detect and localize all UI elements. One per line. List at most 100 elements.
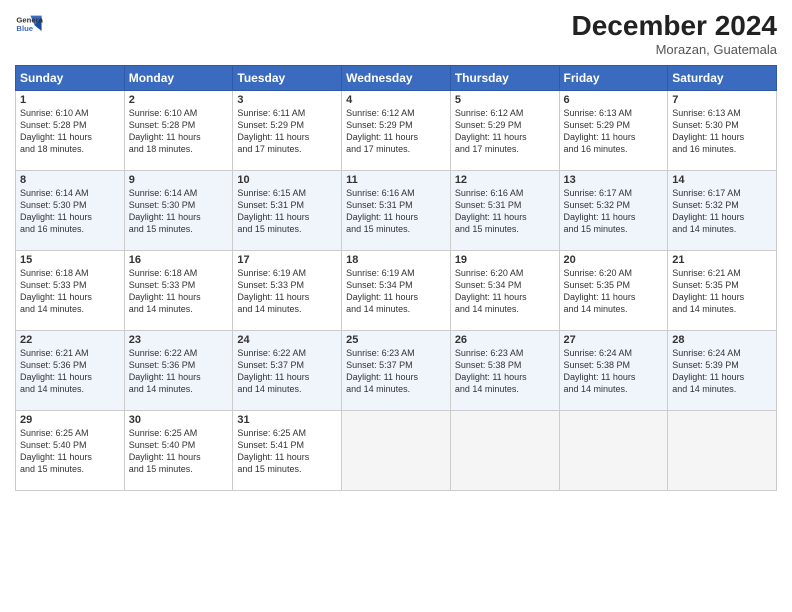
calendar-week-1: 1Sunrise: 6:10 AM Sunset: 5:28 PM Daylig… bbox=[16, 91, 777, 171]
day-info: Sunrise: 6:24 AM Sunset: 5:38 PM Dayligh… bbox=[564, 347, 664, 396]
day-info: Sunrise: 6:13 AM Sunset: 5:29 PM Dayligh… bbox=[564, 107, 664, 156]
day-number: 6 bbox=[564, 94, 664, 106]
day-number: 1 bbox=[20, 94, 120, 106]
calendar-day: 18Sunrise: 6:19 AM Sunset: 5:34 PM Dayli… bbox=[342, 251, 451, 331]
calendar-day: 27Sunrise: 6:24 AM Sunset: 5:38 PM Dayli… bbox=[559, 331, 668, 411]
day-info: Sunrise: 6:22 AM Sunset: 5:37 PM Dayligh… bbox=[237, 347, 337, 396]
day-info: Sunrise: 6:17 AM Sunset: 5:32 PM Dayligh… bbox=[672, 187, 772, 236]
day-info: Sunrise: 6:18 AM Sunset: 5:33 PM Dayligh… bbox=[129, 267, 229, 316]
calendar-day bbox=[450, 411, 559, 491]
day-info: Sunrise: 6:20 AM Sunset: 5:35 PM Dayligh… bbox=[564, 267, 664, 316]
day-info: Sunrise: 6:22 AM Sunset: 5:36 PM Dayligh… bbox=[129, 347, 229, 396]
day-info: Sunrise: 6:16 AM Sunset: 5:31 PM Dayligh… bbox=[455, 187, 555, 236]
location: Morazan, Guatemala bbox=[572, 42, 777, 57]
day-number: 23 bbox=[129, 334, 229, 346]
header: General Blue December 2024 Morazan, Guat… bbox=[15, 10, 777, 57]
day-info: Sunrise: 6:13 AM Sunset: 5:30 PM Dayligh… bbox=[672, 107, 772, 156]
day-info: Sunrise: 6:14 AM Sunset: 5:30 PM Dayligh… bbox=[20, 187, 120, 236]
calendar-day bbox=[342, 411, 451, 491]
calendar-header-row: SundayMondayTuesdayWednesdayThursdayFrid… bbox=[16, 66, 777, 91]
day-info: Sunrise: 6:10 AM Sunset: 5:28 PM Dayligh… bbox=[129, 107, 229, 156]
title-block: December 2024 Morazan, Guatemala bbox=[572, 10, 777, 57]
day-number: 2 bbox=[129, 94, 229, 106]
calendar-day: 9Sunrise: 6:14 AM Sunset: 5:30 PM Daylig… bbox=[124, 171, 233, 251]
logo: General Blue bbox=[15, 10, 43, 38]
calendar-day: 14Sunrise: 6:17 AM Sunset: 5:32 PM Dayli… bbox=[668, 171, 777, 251]
day-number: 31 bbox=[237, 414, 337, 426]
day-number: 15 bbox=[20, 254, 120, 266]
calendar-header-saturday: Saturday bbox=[668, 66, 777, 91]
day-number: 4 bbox=[346, 94, 446, 106]
day-number: 24 bbox=[237, 334, 337, 346]
day-info: Sunrise: 6:23 AM Sunset: 5:38 PM Dayligh… bbox=[455, 347, 555, 396]
calendar-day: 15Sunrise: 6:18 AM Sunset: 5:33 PM Dayli… bbox=[16, 251, 125, 331]
day-info: Sunrise: 6:10 AM Sunset: 5:28 PM Dayligh… bbox=[20, 107, 120, 156]
day-number: 21 bbox=[672, 254, 772, 266]
calendar-day: 7Sunrise: 6:13 AM Sunset: 5:30 PM Daylig… bbox=[668, 91, 777, 171]
calendar-day: 16Sunrise: 6:18 AM Sunset: 5:33 PM Dayli… bbox=[124, 251, 233, 331]
calendar-day: 29Sunrise: 6:25 AM Sunset: 5:40 PM Dayli… bbox=[16, 411, 125, 491]
calendar-day: 5Sunrise: 6:12 AM Sunset: 5:29 PM Daylig… bbox=[450, 91, 559, 171]
calendar-day: 21Sunrise: 6:21 AM Sunset: 5:35 PM Dayli… bbox=[668, 251, 777, 331]
day-info: Sunrise: 6:12 AM Sunset: 5:29 PM Dayligh… bbox=[346, 107, 446, 156]
calendar-day: 19Sunrise: 6:20 AM Sunset: 5:34 PM Dayli… bbox=[450, 251, 559, 331]
page: General Blue December 2024 Morazan, Guat… bbox=[0, 0, 792, 612]
day-info: Sunrise: 6:11 AM Sunset: 5:29 PM Dayligh… bbox=[237, 107, 337, 156]
calendar: SundayMondayTuesdayWednesdayThursdayFrid… bbox=[15, 65, 777, 491]
svg-text:Blue: Blue bbox=[16, 24, 33, 33]
calendar-day: 13Sunrise: 6:17 AM Sunset: 5:32 PM Dayli… bbox=[559, 171, 668, 251]
calendar-day: 30Sunrise: 6:25 AM Sunset: 5:40 PM Dayli… bbox=[124, 411, 233, 491]
calendar-day: 6Sunrise: 6:13 AM Sunset: 5:29 PM Daylig… bbox=[559, 91, 668, 171]
calendar-day: 20Sunrise: 6:20 AM Sunset: 5:35 PM Dayli… bbox=[559, 251, 668, 331]
calendar-header-tuesday: Tuesday bbox=[233, 66, 342, 91]
calendar-day: 2Sunrise: 6:10 AM Sunset: 5:28 PM Daylig… bbox=[124, 91, 233, 171]
calendar-header-thursday: Thursday bbox=[450, 66, 559, 91]
day-number: 20 bbox=[564, 254, 664, 266]
day-info: Sunrise: 6:25 AM Sunset: 5:40 PM Dayligh… bbox=[20, 427, 120, 476]
calendar-header-sunday: Sunday bbox=[16, 66, 125, 91]
calendar-day: 17Sunrise: 6:19 AM Sunset: 5:33 PM Dayli… bbox=[233, 251, 342, 331]
calendar-week-5: 29Sunrise: 6:25 AM Sunset: 5:40 PM Dayli… bbox=[16, 411, 777, 491]
day-number: 26 bbox=[455, 334, 555, 346]
day-number: 27 bbox=[564, 334, 664, 346]
day-number: 30 bbox=[129, 414, 229, 426]
day-info: Sunrise: 6:15 AM Sunset: 5:31 PM Dayligh… bbox=[237, 187, 337, 236]
day-number: 12 bbox=[455, 174, 555, 186]
day-number: 9 bbox=[129, 174, 229, 186]
day-number: 28 bbox=[672, 334, 772, 346]
day-info: Sunrise: 6:25 AM Sunset: 5:40 PM Dayligh… bbox=[129, 427, 229, 476]
calendar-header-wednesday: Wednesday bbox=[342, 66, 451, 91]
day-number: 17 bbox=[237, 254, 337, 266]
day-info: Sunrise: 6:17 AM Sunset: 5:32 PM Dayligh… bbox=[564, 187, 664, 236]
calendar-week-4: 22Sunrise: 6:21 AM Sunset: 5:36 PM Dayli… bbox=[16, 331, 777, 411]
day-info: Sunrise: 6:24 AM Sunset: 5:39 PM Dayligh… bbox=[672, 347, 772, 396]
day-number: 8 bbox=[20, 174, 120, 186]
calendar-day: 10Sunrise: 6:15 AM Sunset: 5:31 PM Dayli… bbox=[233, 171, 342, 251]
day-number: 7 bbox=[672, 94, 772, 106]
calendar-day: 31Sunrise: 6:25 AM Sunset: 5:41 PM Dayli… bbox=[233, 411, 342, 491]
calendar-day: 25Sunrise: 6:23 AM Sunset: 5:37 PM Dayli… bbox=[342, 331, 451, 411]
calendar-header-monday: Monday bbox=[124, 66, 233, 91]
month-title: December 2024 bbox=[572, 10, 777, 42]
calendar-day bbox=[668, 411, 777, 491]
day-number: 22 bbox=[20, 334, 120, 346]
day-info: Sunrise: 6:21 AM Sunset: 5:36 PM Dayligh… bbox=[20, 347, 120, 396]
calendar-day: 22Sunrise: 6:21 AM Sunset: 5:36 PM Dayli… bbox=[16, 331, 125, 411]
day-info: Sunrise: 6:12 AM Sunset: 5:29 PM Dayligh… bbox=[455, 107, 555, 156]
day-info: Sunrise: 6:20 AM Sunset: 5:34 PM Dayligh… bbox=[455, 267, 555, 316]
day-info: Sunrise: 6:25 AM Sunset: 5:41 PM Dayligh… bbox=[237, 427, 337, 476]
calendar-day: 23Sunrise: 6:22 AM Sunset: 5:36 PM Dayli… bbox=[124, 331, 233, 411]
day-info: Sunrise: 6:14 AM Sunset: 5:30 PM Dayligh… bbox=[129, 187, 229, 236]
calendar-day: 8Sunrise: 6:14 AM Sunset: 5:30 PM Daylig… bbox=[16, 171, 125, 251]
day-number: 19 bbox=[455, 254, 555, 266]
day-number: 16 bbox=[129, 254, 229, 266]
calendar-day: 26Sunrise: 6:23 AM Sunset: 5:38 PM Dayli… bbox=[450, 331, 559, 411]
day-info: Sunrise: 6:16 AM Sunset: 5:31 PM Dayligh… bbox=[346, 187, 446, 236]
day-info: Sunrise: 6:19 AM Sunset: 5:33 PM Dayligh… bbox=[237, 267, 337, 316]
calendar-day: 1Sunrise: 6:10 AM Sunset: 5:28 PM Daylig… bbox=[16, 91, 125, 171]
day-number: 5 bbox=[455, 94, 555, 106]
calendar-week-2: 8Sunrise: 6:14 AM Sunset: 5:30 PM Daylig… bbox=[16, 171, 777, 251]
day-info: Sunrise: 6:23 AM Sunset: 5:37 PM Dayligh… bbox=[346, 347, 446, 396]
svg-text:General: General bbox=[16, 16, 43, 25]
calendar-header-friday: Friday bbox=[559, 66, 668, 91]
